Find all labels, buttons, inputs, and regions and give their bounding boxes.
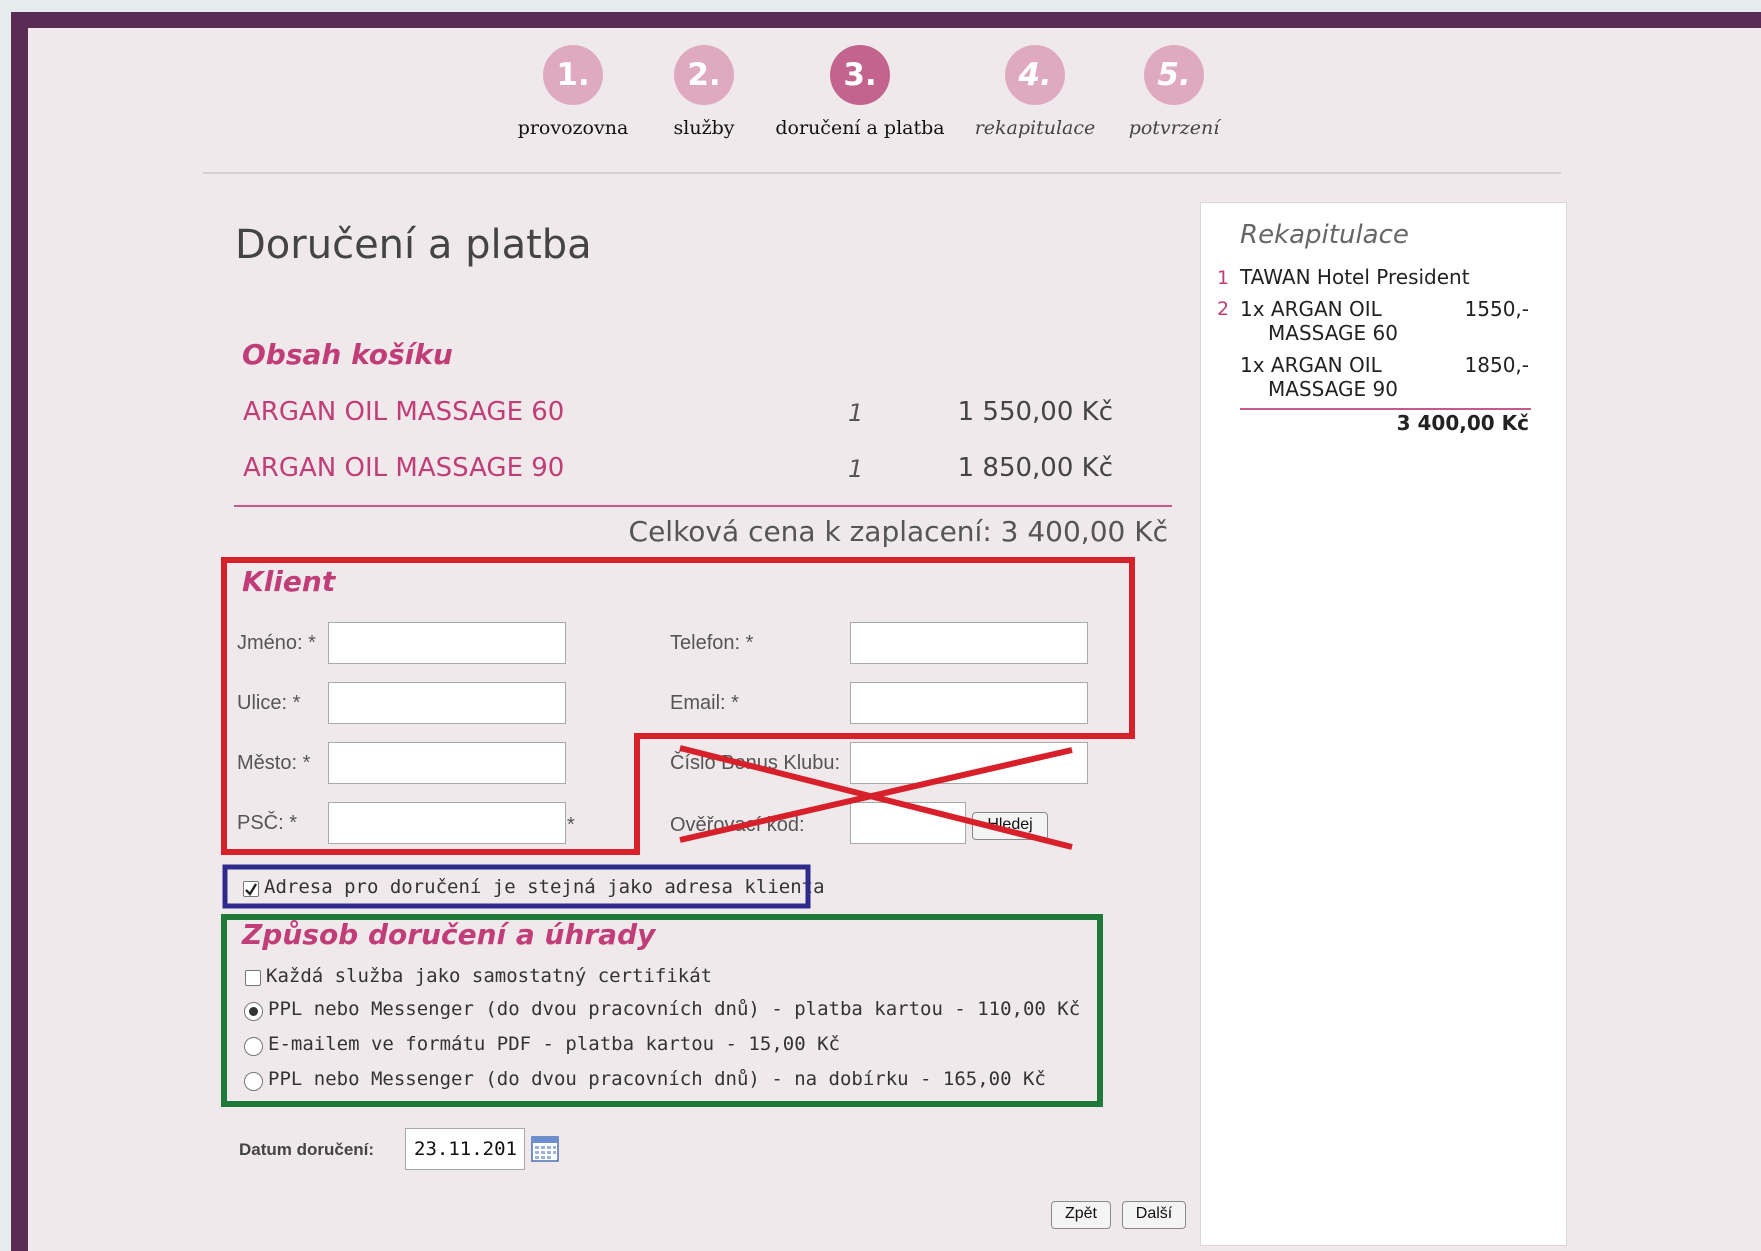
cart-heading: Obsah košíku — [242, 338, 453, 371]
email-input[interactable] — [850, 682, 1088, 724]
step-number: 5. — [1144, 45, 1204, 105]
bonus-club-label: Číslo Bonus Klubu: — [670, 752, 841, 774]
cart-item-name: ARGAN OIL MASSAGE 90 — [243, 453, 565, 483]
cart-item-qty: 1 — [848, 399, 864, 427]
delivery-option-label: E-mailem ve formátu PDF - platba kartou … — [268, 1033, 840, 1055]
summary-service-price: 1550,- — [1464, 297, 1529, 321]
name-label: Jméno: * — [237, 632, 316, 654]
zip-input[interactable] — [328, 802, 566, 844]
cart-item-name: ARGAN OIL MASSAGE 60 — [243, 397, 565, 427]
delivery-option-radio[interactable] — [244, 1072, 263, 1091]
stepper-divider — [203, 172, 1561, 174]
summary-service-line: MASSAGE 90 — [1268, 377, 1398, 401]
zip-label: PSČ: * — [237, 812, 298, 834]
step-number: 4. — [1005, 45, 1065, 105]
email-label: Email: * — [670, 692, 739, 714]
client-heading: Klient — [242, 565, 336, 598]
search-button[interactable]: Hledej — [972, 812, 1048, 840]
summary-step-number: 1 — [1217, 267, 1230, 289]
delivery-heading: Způsob doručení a úhrady — [242, 918, 656, 951]
summary-step-number: 2 — [1217, 298, 1230, 320]
street-label: Ulice: * — [237, 692, 301, 714]
summary-venue: TAWAN Hotel President — [1240, 265, 1470, 289]
bonus-club-input[interactable] — [850, 742, 1088, 784]
step-potvrzeni: 5. potvrzení — [1064, 45, 1284, 139]
verification-code-input[interactable] — [850, 802, 966, 844]
separate-certificate-label: Každá služba jako samostatný certifikát — [266, 965, 713, 987]
delivery-option-label: PPL nebo Messenger (do dvou pracovních d… — [268, 998, 1081, 1020]
phone-label: Telefon: * — [670, 632, 754, 654]
same-address-checkbox[interactable] — [243, 881, 259, 897]
city-input[interactable] — [328, 742, 566, 784]
delivery-date-label: Datum doručení: — [239, 1140, 375, 1159]
step-label: potvrzení — [1128, 117, 1220, 139]
cart-divider — [234, 505, 1172, 507]
page-title: Doručení a platba — [235, 222, 592, 268]
step-number: 3. — [830, 45, 890, 105]
cart-total: Celková cena k zaplacení: 3 400,00 Kč — [628, 515, 1168, 548]
back-button[interactable]: Zpět — [1051, 1201, 1111, 1229]
summary-service-line: 1x ARGAN OIL — [1240, 353, 1382, 377]
delivery-option-radio[interactable] — [244, 1037, 263, 1056]
next-button[interactable]: Další — [1122, 1201, 1186, 1229]
calendar-icon[interactable] — [531, 1136, 559, 1162]
step-number: 2. — [674, 45, 734, 105]
cart-item-qty: 1 — [848, 455, 864, 483]
delivery-option-label: PPL nebo Messenger (do dvou pracovních d… — [268, 1068, 1046, 1090]
verification-code-label: Ověřovací kód: — [670, 814, 805, 836]
summary-service-line: MASSAGE 60 — [1268, 321, 1398, 345]
checkmark-icon — [245, 883, 258, 896]
summary-service-price: 1850,- — [1464, 353, 1529, 377]
city-label: Město: * — [237, 752, 311, 774]
cart-item-price: 1 850,00 Kč — [957, 453, 1113, 483]
phone-input[interactable] — [850, 622, 1088, 664]
same-address-label: Adresa pro doručení je stejná jako adres… — [264, 876, 825, 898]
summary-total: 3 400,00 Kč — [1396, 411, 1529, 435]
summary-divider — [1240, 408, 1531, 410]
summary-title: Rekapitulace — [1240, 220, 1409, 250]
summary-service-line: 1x ARGAN OIL — [1240, 297, 1382, 321]
delivery-date-input[interactable] — [405, 1128, 525, 1170]
street-input[interactable] — [328, 682, 566, 724]
name-input[interactable] — [328, 622, 566, 664]
zip-required-mark: * — [567, 814, 575, 836]
separate-certificate-checkbox[interactable] — [245, 970, 261, 986]
delivery-option-radio[interactable] — [244, 1002, 263, 1021]
cart-item-price: 1 550,00 Kč — [957, 397, 1113, 427]
